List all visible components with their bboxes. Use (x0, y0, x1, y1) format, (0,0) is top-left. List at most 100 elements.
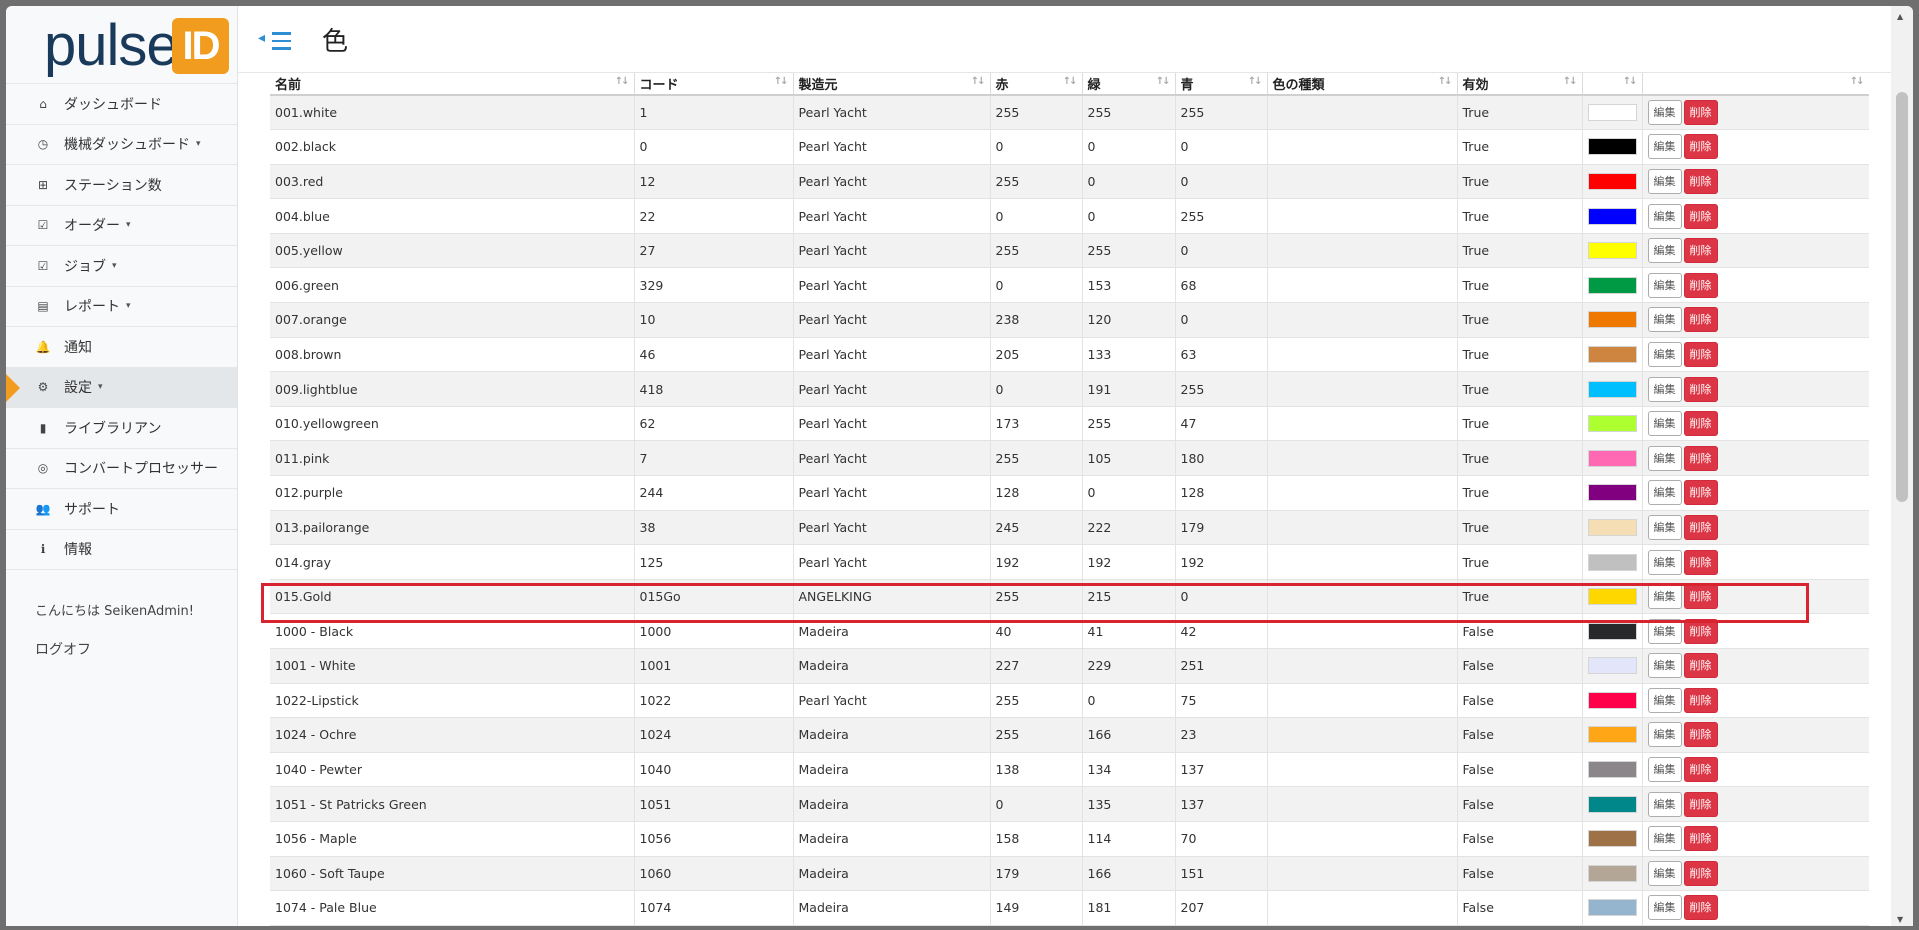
edit-button[interactable]: 編集 (1647, 722, 1682, 748)
delete-button[interactable]: 削除 (1683, 722, 1718, 748)
sort-icon[interactable]: ↑↓ (1156, 76, 1171, 87)
edit-button[interactable]: 編集 (1647, 238, 1682, 264)
edit-button[interactable]: 編集 (1647, 203, 1682, 229)
sort-icon[interactable]: ↑↓ (1850, 76, 1865, 87)
sort-icon[interactable]: ↑↓ (1063, 76, 1078, 87)
sidebar-item[interactable]: 👥 サポート (6, 489, 237, 530)
column-header[interactable]: 緑 ↑↓ (1082, 73, 1176, 96)
edit-button[interactable]: 編集 (1647, 134, 1682, 160)
edit-button[interactable]: 編集 (1647, 826, 1682, 852)
sidebar-item[interactable]: ◎ コンバートプロセッサー (6, 449, 237, 489)
sidebar-item[interactable]: ℹ 情報 (6, 530, 237, 570)
edit-button[interactable]: 編集 (1647, 757, 1682, 783)
edit-button[interactable]: 編集 (1647, 549, 1682, 575)
edit-button[interactable]: 編集 (1647, 168, 1682, 194)
logoff-link[interactable]: ログオフ (35, 639, 91, 659)
name-cell: 006.green (270, 267, 635, 304)
name-cell: 014.gray (270, 544, 635, 580)
sort-icon[interactable]: ↑↓ (615, 76, 630, 87)
edit-button[interactable]: 編集 (1647, 618, 1682, 644)
logo[interactable]: pulse ID (6, 6, 237, 84)
edit-button[interactable]: 編集 (1647, 445, 1682, 471)
delete-button[interactable]: 削除 (1683, 584, 1718, 610)
edit-button[interactable]: 編集 (1647, 480, 1682, 506)
delete-button[interactable]: 削除 (1683, 480, 1718, 506)
sidebar-item[interactable]: ☑ オーダー ▾ (6, 206, 237, 246)
edit-button[interactable]: 編集 (1647, 584, 1682, 610)
delete-button[interactable]: 削除 (1683, 653, 1718, 679)
scroll-up-icon[interactable]: ▲ (1897, 12, 1903, 21)
green-cell: 255 (1082, 406, 1176, 442)
delete-button[interactable]: 削除 (1683, 411, 1718, 437)
edit-button[interactable]: 編集 (1647, 514, 1682, 540)
edit-button[interactable]: 編集 (1647, 272, 1682, 298)
actions-cell: 編集 削除 (1642, 683, 1869, 719)
edit-button[interactable]: 編集 (1647, 860, 1682, 886)
sort-icon[interactable]: ↑↓ (774, 76, 789, 87)
table-row: 007.orange 10 Pearl Yacht 238 120 0 True 編集 削除 (270, 302, 1869, 338)
delete-button[interactable]: 削除 (1683, 272, 1718, 298)
delete-button[interactable]: 削除 (1683, 307, 1718, 333)
delete-button[interactable]: 削除 (1683, 618, 1718, 644)
delete-button[interactable]: 削除 (1683, 341, 1718, 367)
sort-icon[interactable]: ↑↓ (1563, 76, 1578, 87)
delete-button[interactable]: 削除 (1683, 238, 1718, 264)
sidebar-item[interactable]: ▮ ライブラリアン (6, 408, 237, 449)
swatch-cell (1582, 337, 1643, 373)
sidebar-item[interactable]: ◷ 機械ダッシュボード ▾ (6, 125, 237, 165)
delete-button[interactable]: 削除 (1683, 134, 1718, 160)
edit-button[interactable]: 編集 (1647, 411, 1682, 437)
delete-button[interactable]: 削除 (1683, 445, 1718, 471)
sidebar-item[interactable]: ▤ レポート ▾ (6, 287, 237, 327)
delete-button[interactable]: 削除 (1683, 549, 1718, 575)
column-header[interactable]: ↑↓ (1642, 73, 1869, 96)
delete-button[interactable]: 削除 (1683, 687, 1718, 713)
edit-button[interactable]: 編集 (1647, 307, 1682, 333)
column-header[interactable]: 赤 ↑↓ (990, 73, 1083, 96)
column-header[interactable]: 有効 ↑↓ (1457, 73, 1583, 96)
sidebar-toggle-button[interactable]: ◂ (258, 26, 298, 56)
column-header[interactable]: 色の種類 ↑↓ (1267, 73, 1458, 96)
sort-icon[interactable]: ↑↓ (1438, 76, 1453, 87)
edit-button[interactable]: 編集 (1647, 341, 1682, 367)
delete-button[interactable]: 削除 (1683, 826, 1718, 852)
actions-cell: 編集 削除 (1642, 510, 1869, 546)
sort-icon[interactable]: ↑↓ (1623, 76, 1638, 87)
delete-button[interactable]: 削除 (1683, 860, 1718, 886)
sidebar-item[interactable]: ⌂ ダッシュボード (6, 84, 237, 125)
delete-button[interactable]: 削除 (1683, 757, 1718, 783)
swatch-cell (1582, 164, 1643, 200)
actions-cell: 編集 削除 (1642, 579, 1869, 615)
edit-button[interactable]: 編集 (1647, 791, 1682, 817)
delete-button[interactable]: 削除 (1683, 100, 1718, 126)
column-header[interactable]: ↑↓ (1582, 73, 1643, 96)
sort-icon[interactable]: ↑↓ (971, 76, 986, 87)
column-header[interactable]: 製造元 ↑↓ (793, 73, 991, 96)
sidebar-item[interactable]: ☑ ジョブ ▾ (6, 246, 237, 287)
delete-button[interactable]: 削除 (1683, 791, 1718, 817)
column-header[interactable]: 名前 ↑↓ (270, 73, 635, 96)
edit-button[interactable]: 編集 (1647, 653, 1682, 679)
vertical-scrollbar[interactable]: ▲ ▼ (1891, 6, 1913, 926)
edit-button[interactable]: 編集 (1647, 687, 1682, 713)
sidebar-item[interactable]: 🔔 通知 (6, 327, 237, 368)
delete-button[interactable]: 削除 (1683, 168, 1718, 194)
color-type-cell (1267, 544, 1458, 580)
color-type-cell (1267, 890, 1458, 926)
delete-button[interactable]: 削除 (1683, 376, 1718, 402)
delete-button[interactable]: 削除 (1683, 895, 1718, 921)
delete-button[interactable]: 削除 (1683, 203, 1718, 229)
sidebar-item[interactable]: ⚙ 設定 ▾ (6, 367, 237, 408)
edit-button[interactable]: 編集 (1647, 895, 1682, 921)
scroll-thumb[interactable] (1896, 92, 1908, 502)
delete-button[interactable]: 削除 (1683, 514, 1718, 540)
sort-icon[interactable]: ↑↓ (1248, 76, 1263, 87)
sidebar-item[interactable]: ⊞ ステーション数 (6, 165, 237, 206)
column-header[interactable]: コード ↑↓ (634, 73, 794, 96)
edit-button[interactable]: 編集 (1647, 376, 1682, 402)
maker-cell: Pearl Yacht (793, 406, 991, 442)
actions-cell: 編集 削除 (1642, 302, 1869, 338)
scroll-down-icon[interactable]: ▼ (1897, 915, 1903, 924)
edit-button[interactable]: 編集 (1647, 100, 1682, 126)
column-header[interactable]: 青 ↑↓ (1175, 73, 1268, 96)
